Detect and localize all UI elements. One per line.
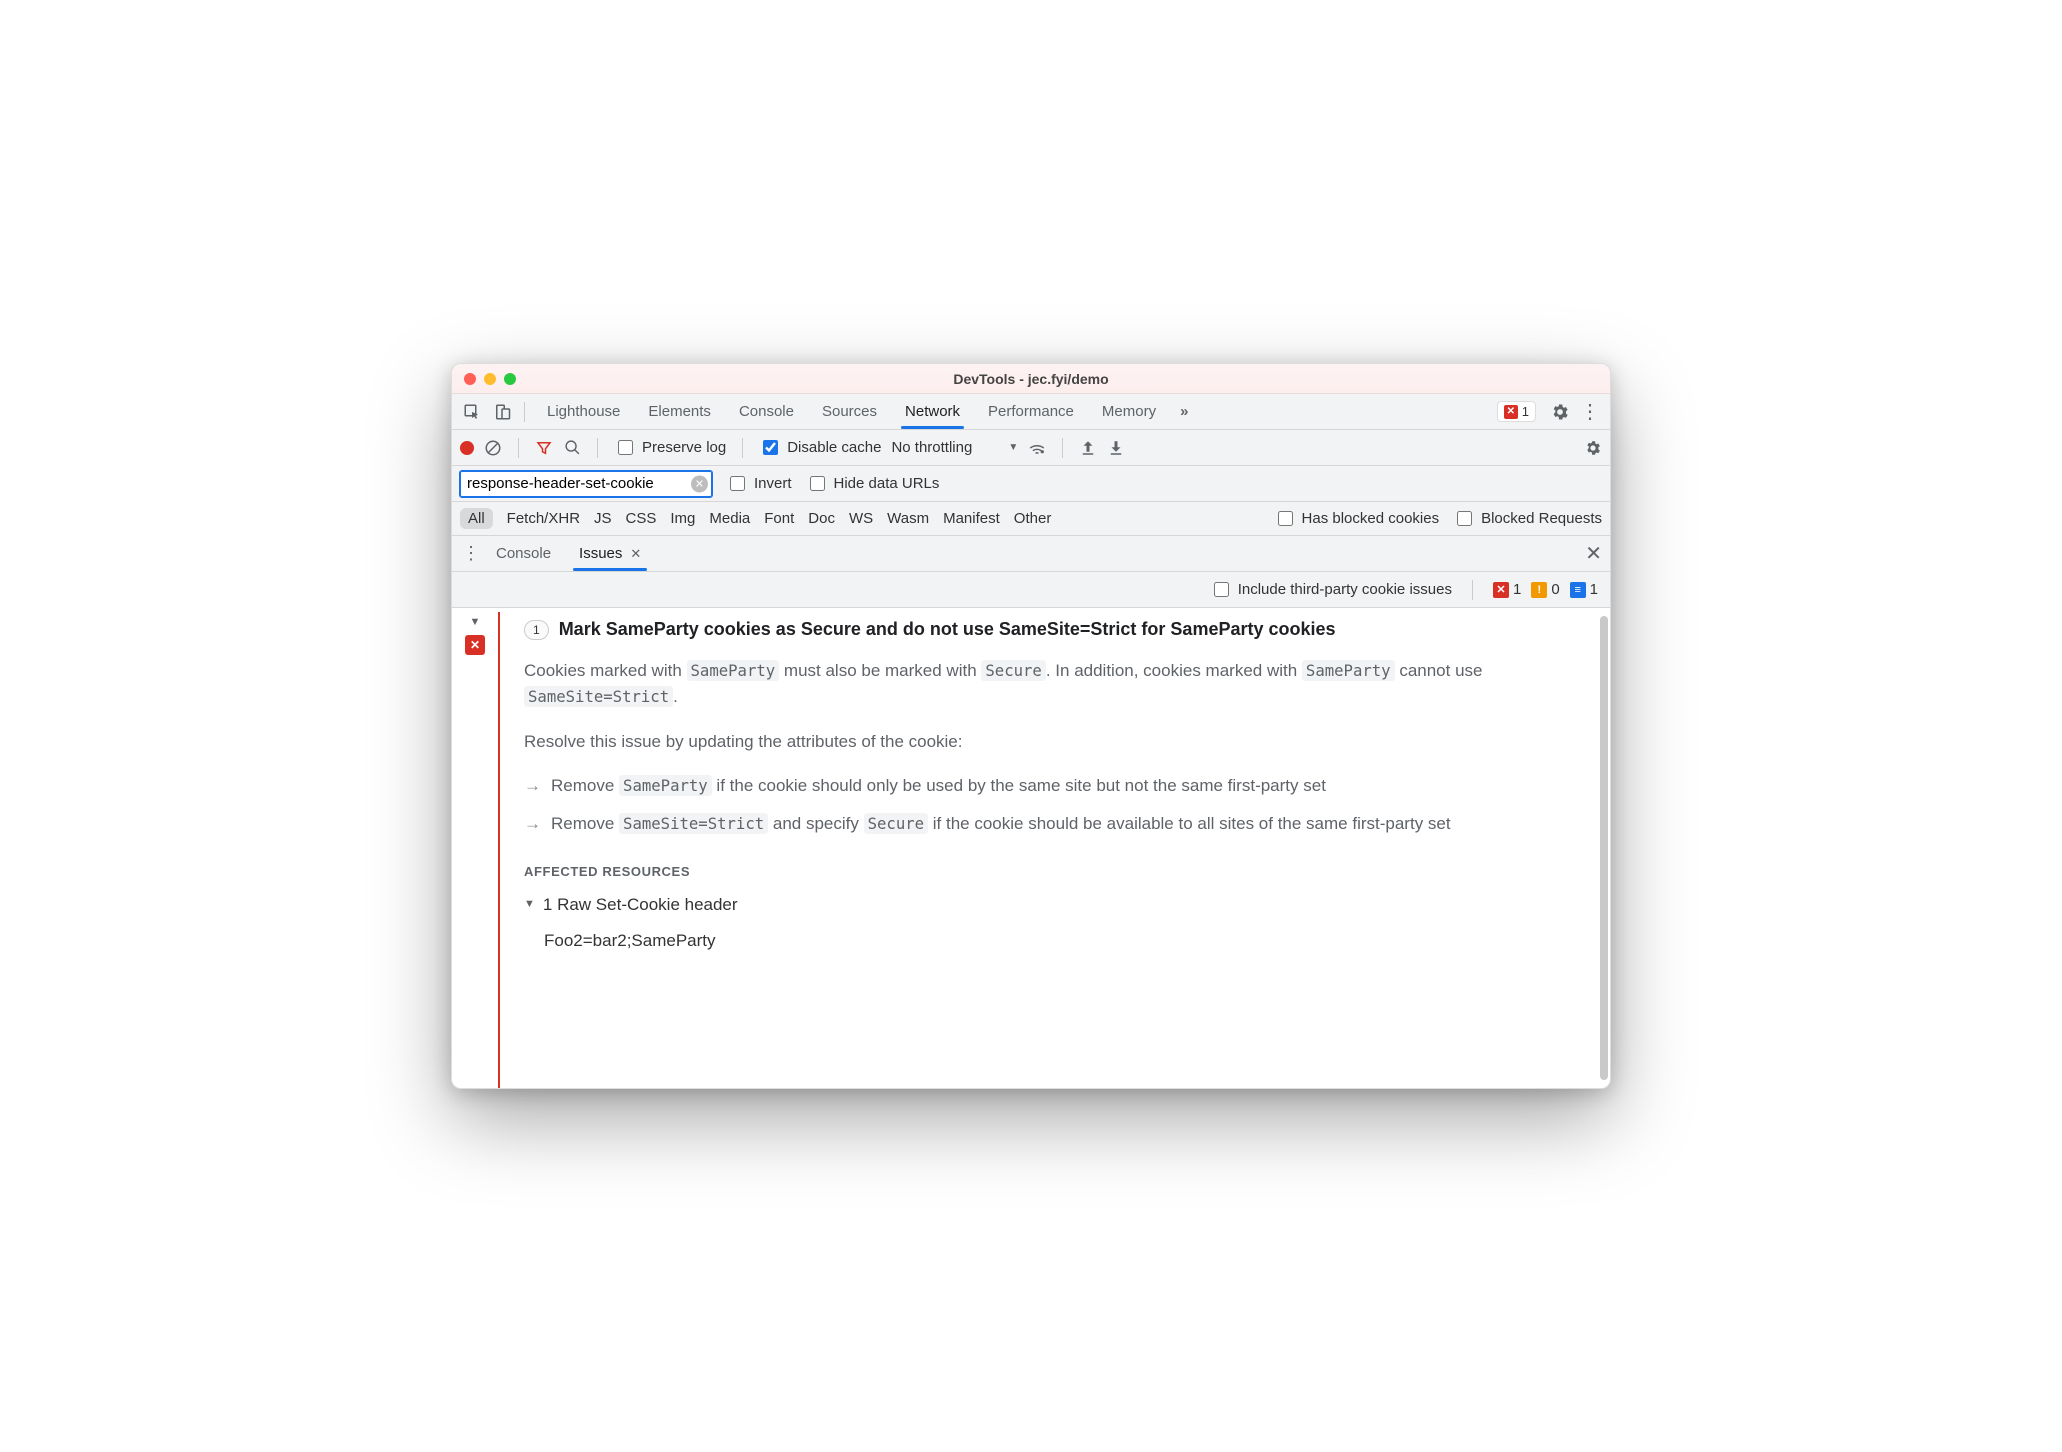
type-filters-row: All Fetch/XHR JS CSS Img Media Font Doc WS Wasm Ma… — [452, 502, 1610, 536]
scrollbar[interactable] — [1600, 616, 1608, 1080]
issues-subheader: Include third-party cookie issues ✕1 !0 … — [452, 572, 1610, 608]
drawer-more-icon[interactable]: ⋮ — [460, 543, 482, 564]
info-icon: ≡ — [1570, 582, 1586, 598]
issue-resolve-intro: Resolve this issue by updating the attri… — [524, 729, 1590, 755]
drawer-tab-console[interactable]: Console — [482, 536, 565, 571]
tab-memory[interactable]: Memory — [1088, 394, 1170, 429]
affected-cookie-value: Foo2=bar2;SameParty — [544, 928, 1590, 954]
window-title: DevTools - jec.fyi/demo — [452, 371, 1610, 387]
network-toolbar: Preserve log Disable cache No throttling… — [452, 430, 1610, 466]
separator — [524, 402, 525, 422]
filter-icon[interactable] — [535, 439, 553, 457]
resolution-item: → Remove SameSite=Strict and specify Sec… — [524, 811, 1590, 837]
tab-sources[interactable]: Sources — [808, 394, 891, 429]
network-conditions-icon[interactable] — [1028, 439, 1046, 457]
type-filter-manifest[interactable]: Manifest — [943, 510, 1000, 527]
warning-issue-count[interactable]: !0 — [1531, 581, 1559, 598]
issue-error-icon — [465, 635, 485, 655]
disclosure-triangle-icon: ▼ — [524, 896, 535, 913]
separator — [1062, 438, 1063, 458]
throttling-select[interactable]: No throttling ▼ — [891, 439, 1018, 456]
disclosure-triangle-icon[interactable]: ▼ — [470, 616, 481, 628]
main-tabstrip: LighthouseElementsConsoleSourcesNetworkP… — [452, 394, 1610, 430]
error-icon: ✕ — [1493, 582, 1509, 598]
network-settings-gear-icon[interactable] — [1584, 439, 1602, 457]
separator — [1472, 580, 1473, 600]
issue-count-pill: 1 — [524, 620, 549, 641]
blocked-requests-checkbox[interactable]: Blocked Requests — [1453, 508, 1602, 529]
titlebar: DevTools - jec.fyi/demo — [452, 364, 1610, 394]
error-count: 1 — [1522, 404, 1529, 419]
type-filter-img[interactable]: Img — [670, 510, 695, 527]
info-issue-count[interactable]: ≡1 — [1570, 581, 1598, 598]
drawer-tabstrip: ⋮ ConsoleIssues✕ ✕ — [452, 536, 1610, 572]
type-filter-ws[interactable]: WS — [849, 510, 873, 527]
drawer-close-icon[interactable]: ✕ — [1585, 541, 1602, 566]
clear-filter-icon[interactable]: ✕ — [691, 475, 708, 492]
filter-input[interactable] — [460, 471, 712, 497]
separator — [597, 438, 598, 458]
affected-resource-toggle[interactable]: ▼ 1 Raw Set-Cookie header — [524, 892, 1590, 918]
devtools-window: DevTools - jec.fyi/demo LighthouseElemen… — [451, 363, 1611, 1089]
type-filter-js[interactable]: JS — [594, 510, 612, 527]
drawer-tab-issues[interactable]: Issues✕ — [565, 536, 655, 571]
issue-description: Cookies marked with SameParty must also … — [524, 658, 1590, 711]
drawer-tabs: ConsoleIssues✕ — [482, 536, 655, 571]
close-tab-icon[interactable]: ✕ — [630, 546, 641, 562]
dropdown-caret-icon: ▼ — [1008, 442, 1018, 453]
more-menu-icon[interactable]: ⋮ — [1576, 398, 1604, 426]
affected-resources-heading: AFFECTED RESOURCES — [524, 862, 1590, 882]
type-filter-other[interactable]: Other — [1014, 510, 1052, 527]
type-filter-doc[interactable]: Doc — [808, 510, 835, 527]
preserve-log-checkbox[interactable]: Preserve log — [614, 437, 726, 458]
record-button[interactable] — [460, 441, 474, 455]
arrow-icon: → — [524, 811, 541, 837]
include-third-party-checkbox[interactable]: Include third-party cookie issues — [1210, 579, 1452, 600]
issue-content: 1 Mark SameParty cookies as Secure and d… — [498, 608, 1610, 1088]
clear-icon[interactable] — [484, 439, 502, 457]
inspect-element-icon[interactable] — [458, 398, 486, 426]
arrow-icon: → — [524, 773, 541, 799]
issues-panel: ▼ 1 Mark SameParty cookies as Secure and… — [452, 608, 1610, 1088]
issue-title: Mark SameParty cookies as Secure and do … — [559, 616, 1336, 644]
issue-counts: ✕1 !0 ≡1 — [1493, 581, 1598, 598]
tab-console[interactable]: Console — [725, 394, 808, 429]
issue-resolution-list: → Remove SameParty if the cookie should … — [524, 773, 1590, 838]
type-filter-css[interactable]: CSS — [626, 510, 657, 527]
hide-data-urls-checkbox[interactable]: Hide data URLs — [806, 473, 940, 494]
tab-network[interactable]: Network — [891, 394, 974, 429]
separator — [518, 438, 519, 458]
filter-input-wrap: ✕ — [460, 471, 712, 497]
separator — [742, 438, 743, 458]
type-filter-all[interactable]: All — [460, 508, 493, 529]
tab-elements[interactable]: Elements — [634, 394, 725, 429]
invert-checkbox[interactable]: Invert — [726, 473, 792, 494]
upload-har-icon[interactable] — [1079, 439, 1097, 457]
errors-badge[interactable]: ✕ 1 — [1497, 401, 1536, 422]
type-filter-font[interactable]: Font — [764, 510, 794, 527]
type-filter-wasm[interactable]: Wasm — [887, 510, 929, 527]
main-tabs: LighthouseElementsConsoleSourcesNetworkP… — [533, 394, 1170, 429]
issue-severity-bar — [498, 612, 500, 1088]
type-filters: All Fetch/XHR JS CSS Img Media Font Doc WS Wasm Ma… — [460, 508, 1051, 529]
search-icon[interactable] — [563, 439, 581, 457]
error-issue-count[interactable]: ✕1 — [1493, 581, 1521, 598]
settings-gear-icon[interactable] — [1546, 398, 1574, 426]
affected-resource-label: 1 Raw Set-Cookie header — [543, 892, 738, 918]
disable-cache-checkbox[interactable]: Disable cache — [759, 437, 881, 458]
device-toolbar-icon[interactable] — [488, 398, 516, 426]
type-filter-media[interactable]: Media — [709, 510, 750, 527]
tabs-overflow-button[interactable]: » — [1172, 403, 1196, 420]
error-icon: ✕ — [1504, 405, 1518, 419]
issue-gutter: ▼ — [452, 608, 498, 1088]
filter-row: ✕ Invert Hide data URLs — [452, 466, 1610, 502]
resolution-item: → Remove SameParty if the cookie should … — [524, 773, 1590, 799]
type-filter-fetchxhr[interactable]: Fetch/XHR — [507, 510, 580, 527]
warning-icon: ! — [1531, 582, 1547, 598]
tab-lighthouse[interactable]: Lighthouse — [533, 394, 634, 429]
has-blocked-cookies-checkbox[interactable]: Has blocked cookies — [1274, 508, 1440, 529]
tab-performance[interactable]: Performance — [974, 394, 1088, 429]
download-har-icon[interactable] — [1107, 439, 1125, 457]
